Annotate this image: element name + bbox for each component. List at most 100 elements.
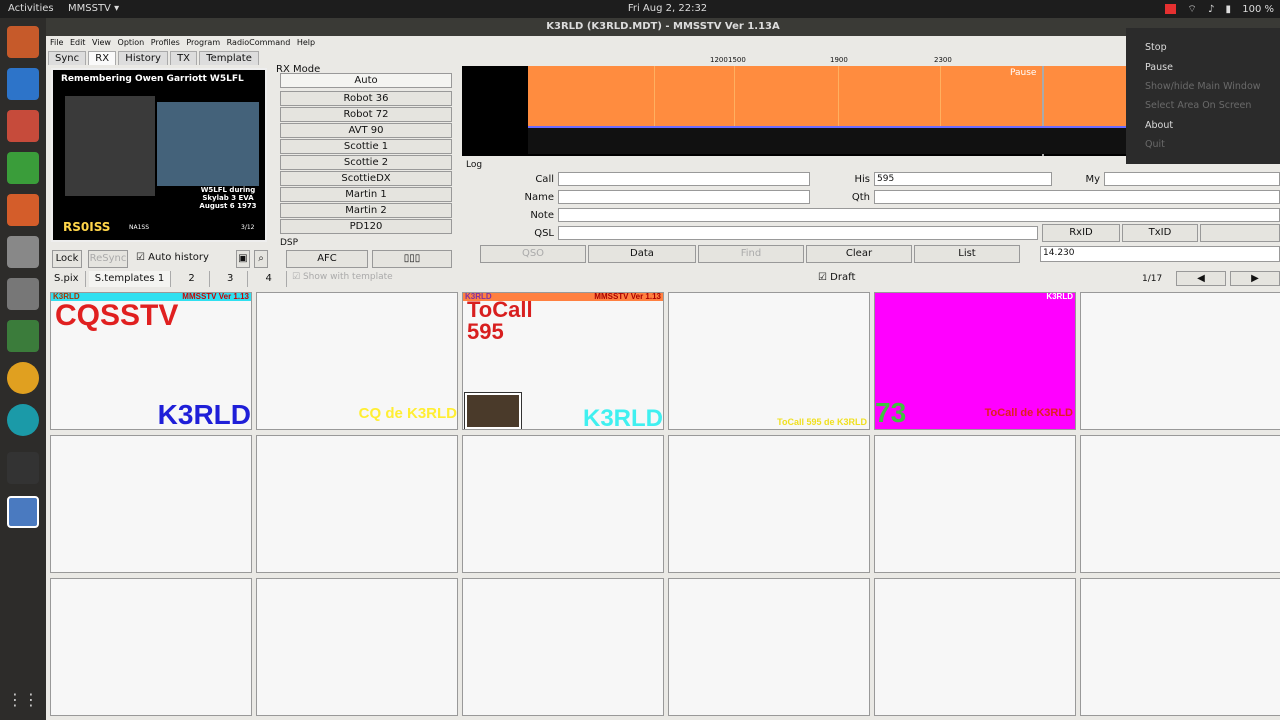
- tab-sync[interactable]: Sync: [48, 51, 87, 65]
- template-3-top-right: MMSSTV Ver 1.13: [594, 292, 661, 301]
- calc-icon[interactable]: [7, 152, 39, 184]
- menu-radiocommand[interactable]: RadioCommand: [227, 38, 291, 47]
- mode-martin1[interactable]: Martin 1: [280, 187, 452, 202]
- template-15[interactable]: [462, 578, 664, 716]
- find-button[interactable]: Find: [698, 245, 804, 263]
- template-7[interactable]: [50, 435, 252, 573]
- menu-profiles[interactable]: Profiles: [151, 38, 180, 47]
- auto-history-checkbox[interactable]: ☑ Auto history: [136, 252, 209, 263]
- note-input[interactable]: [558, 208, 1280, 222]
- qsl-input[interactable]: [558, 226, 1038, 240]
- wine-icon[interactable]: [7, 236, 39, 268]
- mode-robot36[interactable]: Robot 36: [280, 91, 452, 106]
- template-16[interactable]: [668, 578, 870, 716]
- template-1[interactable]: K3RLD MMSSTV Ver 1.13 CQSSTV K3RLD: [50, 292, 252, 430]
- mode-auto[interactable]: Auto: [280, 73, 452, 88]
- template-12[interactable]: [1080, 435, 1280, 573]
- template-8[interactable]: [256, 435, 458, 573]
- template-6[interactable]: [1080, 292, 1280, 430]
- template-5[interactable]: K3RLD 73 ToCall de K3RLD: [874, 292, 1076, 430]
- template-14[interactable]: [256, 578, 458, 716]
- frequency-select[interactable]: 14.230: [1040, 246, 1280, 262]
- show-template-checkbox[interactable]: ☑ Show with template: [292, 272, 393, 282]
- system-tray[interactable]: ⌔ ♪ ▮ 100 %: [1157, 3, 1274, 16]
- satellite-icon[interactable]: [7, 404, 39, 436]
- app-menu[interactable]: MMSSTV ▾: [68, 3, 119, 14]
- tab-stemplates-3[interactable]: 3: [213, 271, 249, 287]
- clear-button[interactable]: Clear: [806, 245, 912, 263]
- tab-rx[interactable]: RX: [88, 51, 117, 65]
- menu-edit[interactable]: Edit: [70, 38, 86, 47]
- files-icon[interactable]: [7, 26, 39, 58]
- tab-stemplates-2[interactable]: 2: [174, 271, 210, 287]
- globe-icon[interactable]: [7, 320, 39, 352]
- apps-grid-icon[interactable]: ⋮⋮: [7, 690, 39, 712]
- prev-page-button[interactable]: ◀: [1176, 271, 1226, 286]
- mouse-icon[interactable]: [7, 278, 39, 310]
- template-9[interactable]: [462, 435, 664, 573]
- tab-spix[interactable]: S.pix: [48, 271, 86, 287]
- template-3[interactable]: K3RLD MMSSTV Ver 1.13 ToCall 595 K3RLD: [462, 292, 664, 430]
- activities-button[interactable]: Activities: [8, 3, 54, 14]
- data-button[interactable]: Data: [588, 245, 696, 263]
- impress-icon[interactable]: [7, 194, 39, 226]
- menu-help[interactable]: Help: [297, 38, 315, 47]
- mode-martin2[interactable]: Martin 2: [280, 203, 452, 218]
- template-2[interactable]: CQ de K3RLD: [256, 292, 458, 430]
- tray-about[interactable]: About: [1145, 120, 1173, 131]
- menu-view[interactable]: View: [92, 38, 111, 47]
- sstv-icon[interactable]: [7, 496, 39, 528]
- tray-show-hide[interactable]: Show/hide Main Window: [1145, 81, 1261, 92]
- tray-pause[interactable]: Pause: [1145, 62, 1173, 73]
- tray-quit[interactable]: Quit: [1145, 139, 1165, 150]
- tray-stop[interactable]: Stop: [1145, 42, 1167, 53]
- search-icon[interactable]: ⌕: [254, 250, 268, 268]
- call-input[interactable]: [558, 172, 810, 186]
- tab-stemplates-1[interactable]: S.templates 1: [88, 271, 172, 287]
- txid-button[interactable]: TxID: [1122, 224, 1198, 242]
- afc-button[interactable]: AFC: [286, 250, 368, 268]
- tray-select-area[interactable]: Select Area On Screen: [1145, 100, 1251, 111]
- next-page-button[interactable]: ▶: [1230, 271, 1280, 286]
- template-10[interactable]: [668, 435, 870, 573]
- mode-scottie1[interactable]: Scottie 1: [280, 139, 452, 154]
- mmsstv-tray-icon[interactable]: [1165, 4, 1177, 14]
- name-input[interactable]: [558, 190, 810, 204]
- qso-button[interactable]: QSO: [480, 245, 586, 263]
- template-18[interactable]: [1080, 578, 1280, 716]
- scope-icon[interactable]: [7, 452, 39, 484]
- mode-robot72[interactable]: Robot 72: [280, 107, 452, 122]
- tab-history[interactable]: History: [118, 51, 168, 65]
- qth-input[interactable]: [874, 190, 1280, 204]
- mode-scottie2[interactable]: Scottie 2: [280, 155, 452, 170]
- image-button[interactable]: ▣: [236, 250, 250, 268]
- draft-checkbox[interactable]: ☑ Draft: [818, 272, 855, 283]
- template-3-main-line2: 595: [467, 319, 504, 344]
- template-11[interactable]: [874, 435, 1076, 573]
- template-4[interactable]: ToCall 595 de K3RLD: [668, 292, 870, 430]
- his-input[interactable]: 595: [874, 172, 1052, 186]
- tab-tx[interactable]: TX: [170, 51, 198, 65]
- list-button[interactable]: List: [914, 245, 1020, 263]
- my-input[interactable]: [1104, 172, 1280, 186]
- menu-program[interactable]: Program: [186, 38, 220, 47]
- template-17[interactable]: [874, 578, 1076, 716]
- mode-avt90[interactable]: AVT 90: [280, 123, 452, 138]
- mode-pd120[interactable]: PD120: [280, 219, 452, 234]
- mode-scottiedx[interactable]: ScottieDX: [280, 171, 452, 186]
- tab-stemplates-4[interactable]: 4: [252, 271, 287, 287]
- menu-option[interactable]: Option: [118, 38, 145, 47]
- rxid-button[interactable]: RxID: [1042, 224, 1120, 242]
- tools-icon[interactable]: [7, 110, 39, 142]
- resync-button[interactable]: ReSync: [88, 250, 128, 268]
- chrome-icon[interactable]: [7, 362, 39, 394]
- dsp-options-button[interactable]: ▯▯▯: [372, 250, 452, 268]
- template-grid: K3RLD MMSSTV Ver 1.13 CQSSTV K3RLD CQ de…: [50, 292, 1280, 720]
- clock[interactable]: Fri Aug 2, 22:32: [600, 3, 735, 14]
- menu-file[interactable]: File: [50, 38, 63, 47]
- extra-button[interactable]: [1200, 224, 1280, 242]
- lock-button[interactable]: Lock: [52, 250, 82, 268]
- template-13[interactable]: [50, 578, 252, 716]
- tab-template[interactable]: Template: [199, 51, 259, 65]
- writer-icon[interactable]: [7, 68, 39, 100]
